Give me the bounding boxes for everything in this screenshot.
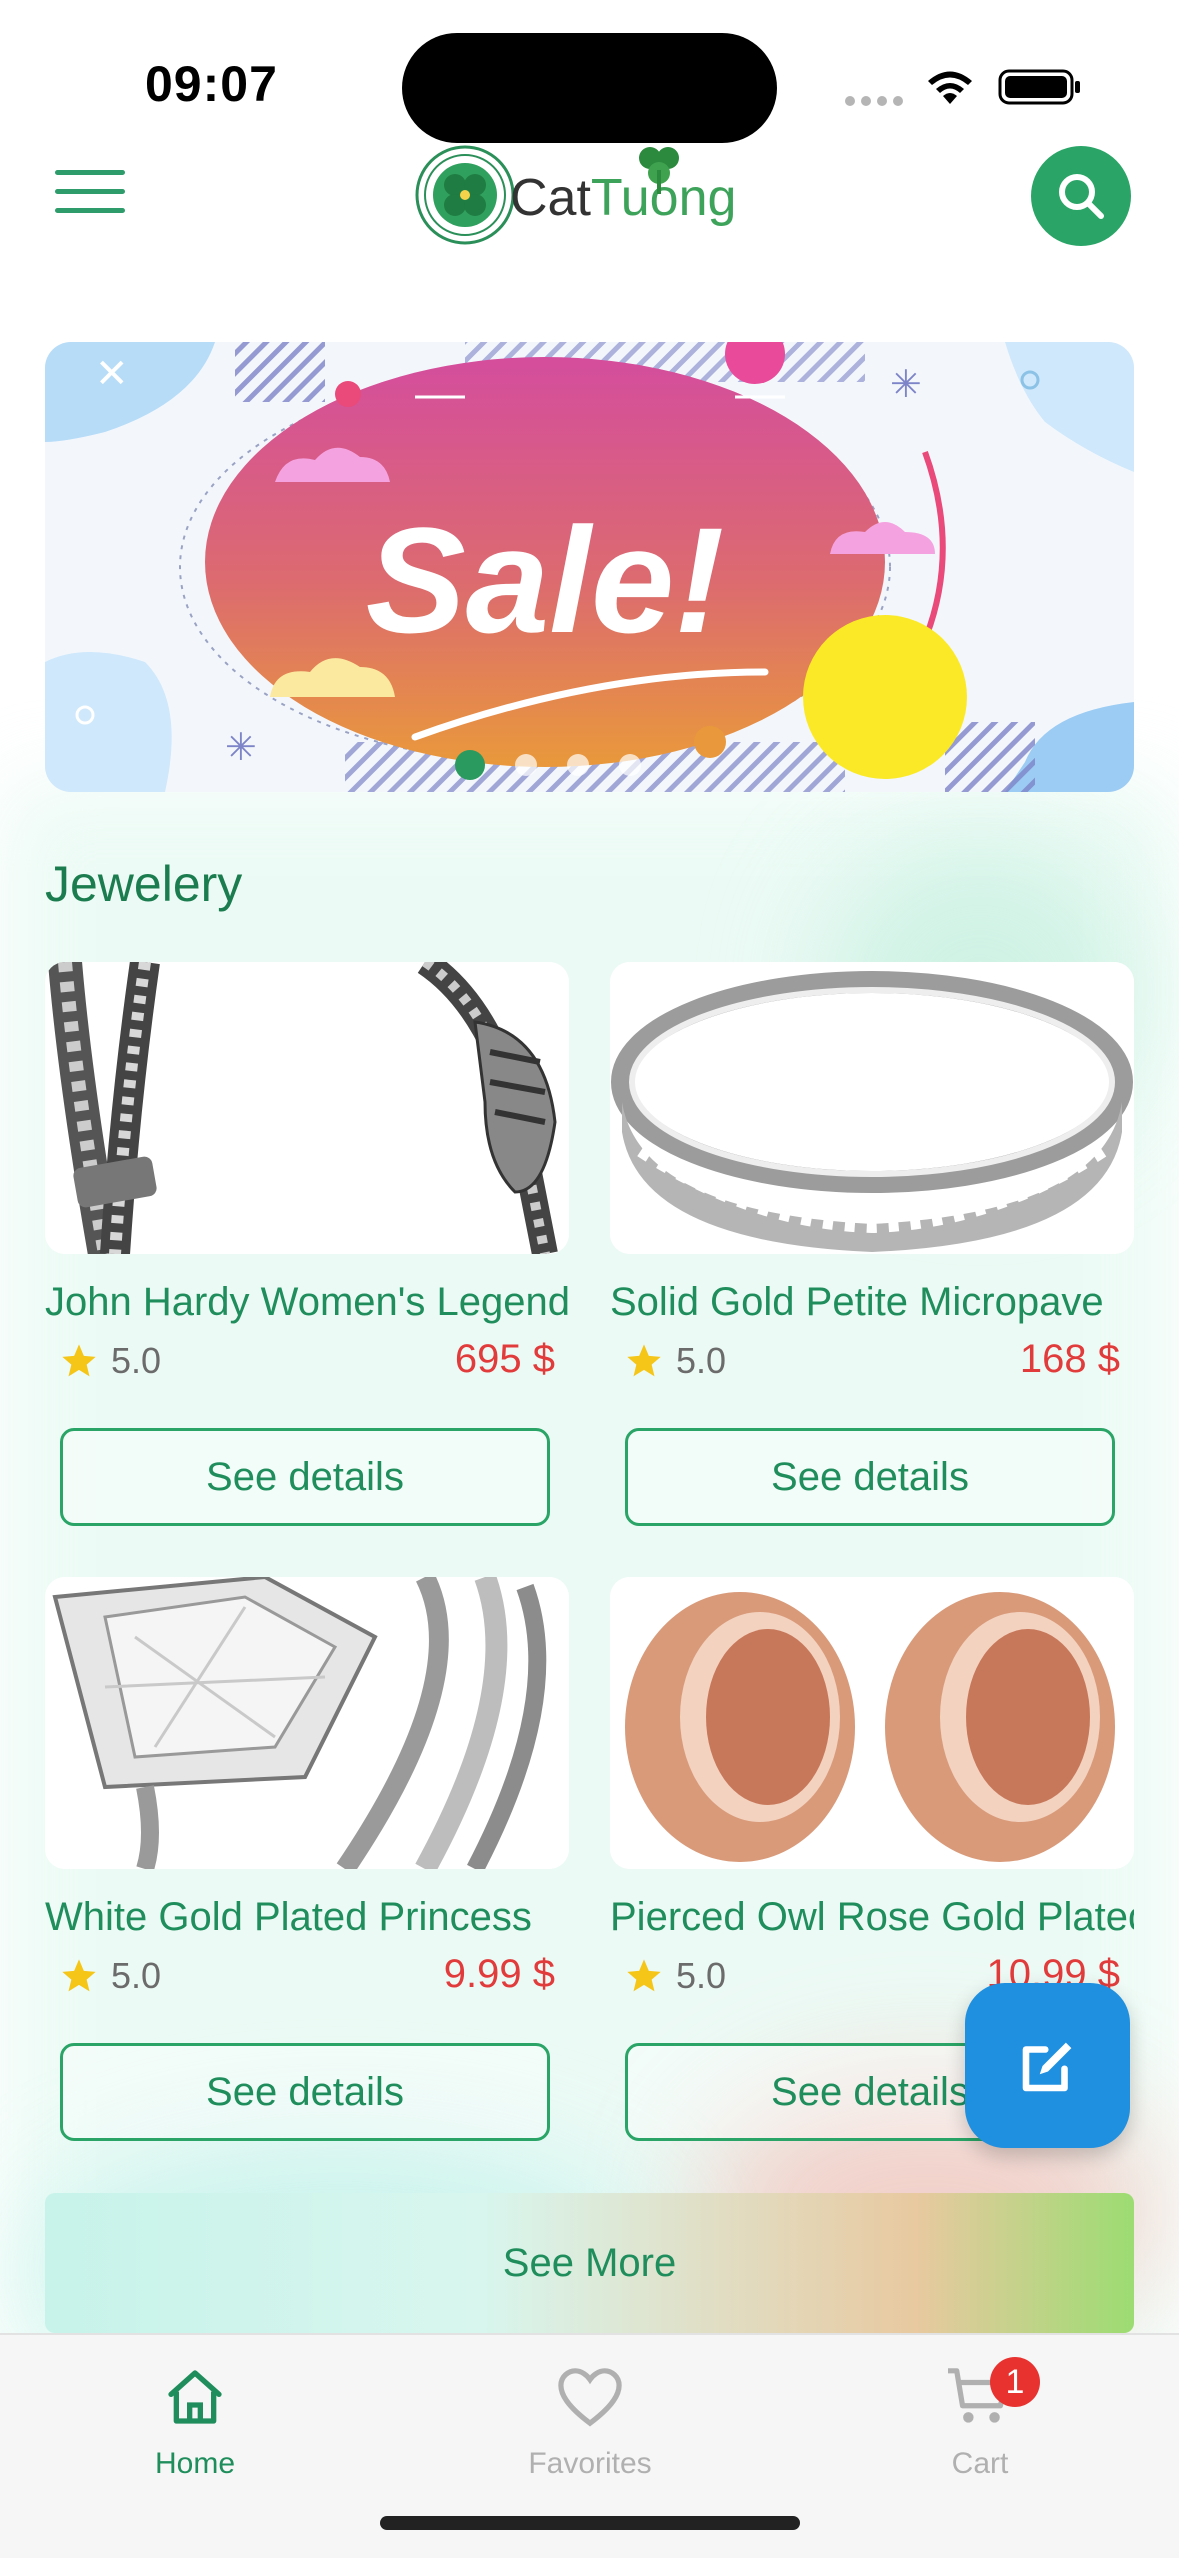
tab-cart-label: Cart — [951, 2447, 1009, 2480]
dynamic-island — [402, 33, 777, 143]
star-icon — [627, 1959, 661, 1992]
product-image[interactable] — [610, 962, 1134, 1254]
pagination-dot[interactable] — [455, 750, 485, 780]
home-indicator — [380, 2516, 800, 2530]
product-image[interactable] — [45, 962, 569, 1254]
banner-pagination[interactable] — [455, 750, 641, 780]
signal-icon — [845, 96, 907, 106]
star-icon — [627, 1344, 661, 1377]
clover-logo-icon — [415, 145, 515, 245]
pagination-dot[interactable] — [515, 754, 537, 776]
product-card[interactable]: White Gold Plated Princess 5.0 9.99 $ Se… — [45, 1577, 569, 2141]
app-logo: CatTuong — [410, 140, 750, 250]
wifi-icon — [928, 71, 972, 104]
product-image[interactable] — [45, 1577, 569, 1869]
rating-value: 5.0 — [676, 1955, 727, 1996]
svg-text:✳: ✳ — [890, 362, 922, 406]
product-price: 168 $ — [1019, 1337, 1120, 1381]
product-rating: 5.0 — [624, 1955, 726, 1997]
edit-icon — [1022, 2042, 1071, 2091]
pagination-dot[interactable] — [567, 754, 589, 776]
see-details-button[interactable]: See details — [625, 1428, 1115, 1526]
search-button[interactable] — [1031, 146, 1131, 246]
product-rating: 5.0 — [59, 1955, 161, 1997]
product-name[interactable]: John Hardy Women's Legends Naga — [45, 1280, 569, 1325]
rating-value: 5.0 — [111, 1340, 162, 1381]
section-title: Jewelery — [45, 856, 243, 912]
product-price: 9.99 $ — [443, 1952, 555, 1996]
product-price: 695 $ — [454, 1337, 555, 1381]
svg-text:✳: ✳ — [225, 725, 257, 769]
see-more-button[interactable]: See More — [45, 2193, 1134, 2333]
product-card[interactable]: John Hardy Women's Legends Naga 5.0 695 … — [45, 962, 569, 1526]
product-name[interactable]: White Gold Plated Princess — [45, 1895, 569, 1940]
product-name[interactable]: Solid Gold Petite Micropave — [610, 1280, 1134, 1325]
rating-value: 5.0 — [676, 1340, 727, 1381]
pagination-dot[interactable] — [619, 754, 641, 776]
menu-button[interactable] — [55, 170, 125, 220]
home-icon — [168, 2370, 222, 2424]
star-icon — [62, 1344, 96, 1377]
product-image[interactable] — [610, 1577, 1134, 1869]
logo-text: CatTuong — [510, 169, 737, 227]
promo-banner[interactable]: Sale! ✕ ✳ ✳ — [45, 342, 1134, 792]
see-details-button[interactable]: See details — [60, 2043, 550, 2141]
star-icon — [62, 1959, 96, 1992]
product-name[interactable]: Pierced Owl Rose Gold Plated — [610, 1895, 1134, 1940]
product-rating: 5.0 — [59, 1340, 161, 1382]
see-details-button[interactable]: See details — [60, 1428, 550, 1526]
product-card[interactable]: Solid Gold Petite Micropave 5.0 168 $ Se… — [610, 962, 1134, 1526]
tab-favorites-label: Favorites — [528, 2447, 652, 2480]
search-icon — [1059, 174, 1104, 219]
svg-text:✕: ✕ — [95, 351, 129, 397]
tab-favorites[interactable]: Favorites — [440, 2347, 740, 2487]
product-rating: 5.0 — [624, 1340, 726, 1382]
edit-fab-button[interactable] — [965, 1983, 1130, 2148]
tab-cart[interactable]: 1 Cart — [830, 2347, 1130, 2487]
status-bar: 09:07 — [0, 0, 1179, 150]
tab-home-label: Home — [154, 2447, 236, 2480]
clover-leaf-icon — [639, 147, 679, 194]
status-time: 09:07 — [145, 56, 278, 112]
banner-headline: Sale! — [366, 496, 725, 664]
cart-badge: 1 — [990, 2357, 1040, 2407]
heart-icon — [558, 2368, 622, 2427]
rating-value: 5.0 — [111, 1955, 162, 1996]
tab-home[interactable]: Home — [45, 2347, 345, 2487]
sale-banner-image: Sale! ✕ ✳ ✳ — [45, 342, 1134, 792]
battery-icon — [998, 69, 1080, 105]
